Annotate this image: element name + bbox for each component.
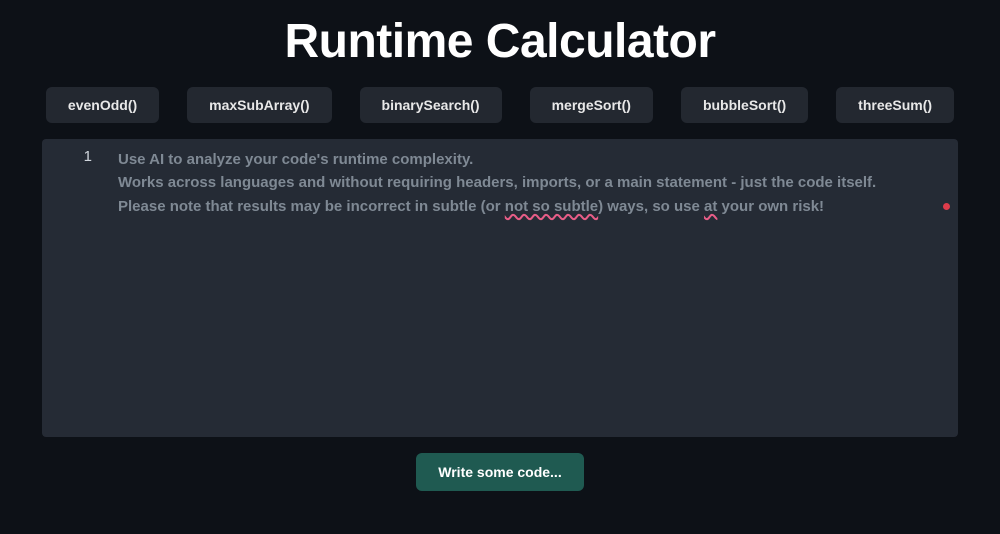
write-code-button[interactable]: Write some code... [416, 453, 583, 491]
preset-buttons-row: evenOdd() maxSubArray() binarySearch() m… [0, 87, 1000, 139]
code-editor[interactable]: 1 Use AI to analyze your code's runtime … [42, 139, 958, 437]
error-indicator-icon [943, 203, 950, 210]
placeholder-line-1: Use AI to analyze your code's runtime co… [118, 148, 938, 171]
spellcheck-underline: at [704, 198, 717, 215]
preset-button-evenodd[interactable]: evenOdd() [46, 87, 159, 123]
preset-button-mergesort[interactable]: mergeSort() [530, 87, 653, 123]
preset-button-binarysearch[interactable]: binarySearch() [360, 87, 502, 123]
placeholder-line-3: Please note that results may be incorrec… [118, 195, 938, 218]
placeholder-line-2: Works across languages and without requi… [118, 171, 938, 194]
preset-button-bubblesort[interactable]: bubbleSort() [681, 87, 808, 123]
line-number: 1 [42, 148, 92, 165]
editor-placeholder-text: Use AI to analyze your code's runtime co… [118, 148, 938, 218]
action-row: Write some code... [0, 437, 1000, 491]
editor-line-gutter: 1 [42, 139, 102, 165]
page-title: Runtime Calculator [0, 0, 1000, 87]
preset-button-maxsubarray[interactable]: maxSubArray() [187, 87, 331, 123]
spellcheck-underline: not so subtle [505, 198, 598, 215]
preset-button-threesum[interactable]: threeSum() [836, 87, 954, 123]
